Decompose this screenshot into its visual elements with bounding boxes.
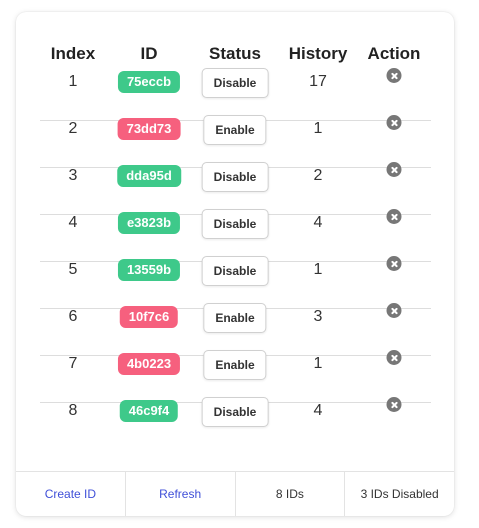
action-cell xyxy=(386,115,402,130)
status-toggle-button[interactable]: Enable xyxy=(203,350,267,380)
status-cell: Disable xyxy=(201,209,269,239)
id-cell: e3823b xyxy=(117,212,181,234)
id-badge: e3823b xyxy=(117,212,181,234)
status-toggle-button[interactable]: Enable xyxy=(203,303,267,333)
status-toggle-button[interactable]: Disable xyxy=(201,397,269,427)
remove-circle-icon[interactable] xyxy=(386,397,402,412)
remove-circle-icon[interactable] xyxy=(386,350,402,365)
id-cell: 75eccb xyxy=(117,71,181,93)
status-toggle-button[interactable]: Disable xyxy=(201,68,269,98)
remove-circle-icon[interactable] xyxy=(386,162,402,177)
column-header-status: Status xyxy=(209,44,261,63)
status-cell: Disable xyxy=(201,162,269,192)
id-count-label: 8 IDs xyxy=(236,472,346,516)
row-history: 3 xyxy=(313,308,323,325)
table-row: 4 e3823b Disable 4 xyxy=(16,209,454,256)
table-row: 1 75eccb Disable 17 xyxy=(16,68,454,115)
id-cell: 10f7c6 xyxy=(119,306,179,328)
table-row: 2 73dd73 Enable 1 xyxy=(16,115,454,162)
row-history: 2 xyxy=(313,167,323,184)
remove-circle-icon[interactable] xyxy=(386,303,402,318)
table-row: 5 13559b Disable 1 xyxy=(16,256,454,303)
row-index: 7 xyxy=(68,355,78,372)
id-badge: 46c9f4 xyxy=(119,400,179,422)
id-manager-card: Index ID Status History Action 1 75eccb Di… xyxy=(16,12,454,516)
action-cell xyxy=(386,209,402,224)
id-badge: 10f7c6 xyxy=(119,306,179,328)
row-index: 8 xyxy=(68,402,78,419)
id-cell: 4b0223 xyxy=(117,353,181,375)
status-toggle-button[interactable]: Disable xyxy=(201,162,269,192)
status-cell: Disable xyxy=(201,397,269,427)
table-row: 8 46c9f4 Disable 4 xyxy=(16,397,454,444)
row-history: 17 xyxy=(309,73,327,90)
status-cell: Disable xyxy=(201,68,269,98)
row-index: 2 xyxy=(68,120,78,137)
row-index: 5 xyxy=(68,261,78,278)
row-history: 1 xyxy=(313,120,323,137)
column-header-action: Action xyxy=(367,44,421,63)
status-toggle-button[interactable]: Disable xyxy=(201,209,269,239)
action-cell xyxy=(386,303,402,318)
footer-bar: Create ID Refresh 8 IDs 3 IDs Disabled xyxy=(16,471,454,516)
column-header-history: History xyxy=(288,44,348,63)
action-cell xyxy=(386,162,402,177)
status-cell: Enable xyxy=(203,350,267,380)
footer-create-cell: Create ID xyxy=(16,472,126,516)
action-cell xyxy=(386,397,402,412)
table-row: 3 dda95d Disable 2 xyxy=(16,162,454,209)
disabled-count-label: 3 IDs Disabled xyxy=(360,487,439,501)
row-history: 4 xyxy=(313,214,323,231)
id-badge: 73dd73 xyxy=(117,118,181,140)
table-header: Index ID Status History Action xyxy=(16,44,454,68)
id-cell: 13559b xyxy=(117,259,181,281)
table-row: 6 10f7c6 Enable 3 xyxy=(16,303,454,350)
remove-circle-icon[interactable] xyxy=(386,115,402,130)
id-badge: 4b0223 xyxy=(117,353,181,375)
row-index: 3 xyxy=(68,167,78,184)
remove-circle-icon[interactable] xyxy=(386,209,402,224)
status-toggle-button[interactable]: Enable xyxy=(203,115,267,145)
column-header-id: ID xyxy=(140,44,158,63)
remove-circle-icon[interactable] xyxy=(386,256,402,271)
create-id-link[interactable]: Create ID xyxy=(45,487,96,501)
id-cell: dda95d xyxy=(117,165,181,187)
id-badge: 75eccb xyxy=(117,71,181,93)
id-cell: 73dd73 xyxy=(117,118,181,140)
action-cell xyxy=(386,350,402,365)
status-cell: Disable xyxy=(201,256,269,286)
id-badge: dda95d xyxy=(117,165,181,187)
row-index: 6 xyxy=(68,308,78,325)
remove-circle-icon[interactable] xyxy=(386,68,402,83)
column-header-index: Index xyxy=(50,44,96,63)
status-cell: Enable xyxy=(203,303,267,333)
table-row: 7 4b0223 Enable 1 xyxy=(16,350,454,397)
row-history: 1 xyxy=(313,261,323,278)
status-toggle-button[interactable]: Disable xyxy=(201,256,269,286)
footer-refresh-cell: Refresh xyxy=(126,472,236,516)
row-history: 1 xyxy=(313,355,323,372)
id-badge: 13559b xyxy=(117,259,181,281)
row-index: 4 xyxy=(68,214,78,231)
row-index: 1 xyxy=(68,73,78,90)
action-cell xyxy=(386,68,402,83)
refresh-link[interactable]: Refresh xyxy=(159,487,201,501)
id-cell: 46c9f4 xyxy=(119,400,179,422)
action-cell xyxy=(386,256,402,271)
status-cell: Enable xyxy=(203,115,267,145)
row-history: 4 xyxy=(313,402,323,419)
